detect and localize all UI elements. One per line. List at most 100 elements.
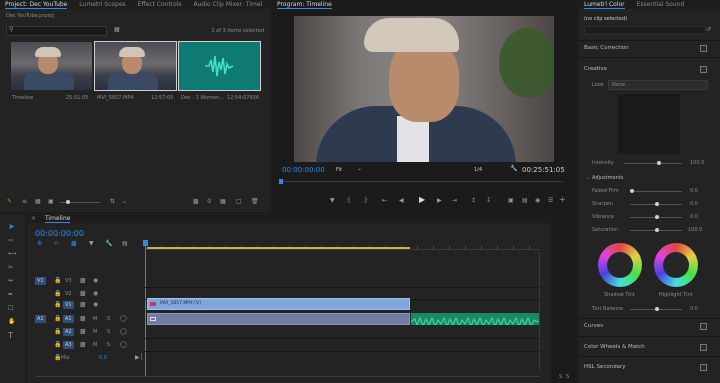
mute-button[interactable]: M: [93, 329, 97, 335]
track-label[interactable]: A1: [63, 315, 74, 323]
pencil-icon[interactable]: ✎: [7, 199, 12, 205]
add-marker-icon[interactable]: ▼: [89, 241, 94, 247]
selection-tool-icon[interactable]: ➤: [8, 223, 15, 231]
source-patch[interactable]: A1: [35, 315, 46, 323]
chevron-down-icon[interactable]: ⌄: [122, 199, 127, 205]
slip-icon[interactable]: ↔: [8, 278, 13, 284]
eye-icon[interactable]: ◉: [93, 291, 98, 297]
lane-a3[interactable]: [145, 339, 542, 352]
timeline-timecode[interactable]: 00:00:00:00: [35, 229, 84, 238]
section-curves[interactable]: Curves: [584, 323, 603, 329]
tab-essential-sound[interactable]: Essential Sound: [632, 0, 690, 9]
intensity-knob[interactable]: [657, 161, 661, 165]
sharpen-value[interactable]: 0.0: [690, 201, 698, 207]
tab-lumetri-color[interactable]: Lumetri Color: [579, 0, 630, 9]
mark-out-icon[interactable]: }: [364, 198, 368, 204]
basic-correction-checkbox[interactable]: [700, 45, 707, 52]
go-to-out-icon[interactable]: ⇥: [452, 198, 457, 204]
project-item-mvi[interactable]: [94, 41, 177, 91]
lock-icon[interactable]: 🔒: [54, 329, 61, 335]
look-preview[interactable]: [618, 94, 680, 154]
wrench-icon[interactable]: 🔧: [510, 166, 517, 172]
sync-lock-icon[interactable]: ▩: [80, 316, 86, 322]
fit-dropdown[interactable]: Fit: [336, 167, 342, 173]
program-scrubber[interactable]: [279, 179, 563, 188]
lock-icon[interactable]: 🔒: [54, 291, 61, 297]
highlight-tint-wheel[interactable]: [654, 243, 698, 287]
close-icon[interactable]: ×: [27, 214, 38, 223]
track-label[interactable]: V3: [63, 277, 74, 285]
tab-audio-clip-mixer[interactable]: Audio Clip Mixer: Timel: [189, 0, 268, 9]
section-hsl-secondary[interactable]: HSL Secondary: [584, 364, 626, 370]
saturation-value[interactable]: 100.0: [688, 227, 702, 233]
shadow-tint-wheel[interactable]: [598, 243, 642, 287]
project-item-audio[interactable]: [178, 41, 261, 91]
solo-button[interactable]: S: [107, 342, 110, 348]
type-tool-icon[interactable]: T: [8, 332, 13, 340]
step-forward-icon[interactable]: ▶: [437, 198, 442, 204]
tab-lumetri-scopes[interactable]: Lumetri Scopes: [74, 0, 130, 9]
intensity-slider[interactable]: [624, 163, 682, 164]
find-icon[interactable]: ⚲: [207, 199, 211, 205]
mute-button[interactable]: M: [93, 342, 97, 348]
timeline-playhead[interactable]: [145, 240, 146, 376]
creative-checkbox[interactable]: [700, 66, 707, 73]
hand-icon[interactable]: ✋: [8, 319, 15, 325]
linked-selection-icon[interactable]: ▩: [71, 241, 77, 247]
section-basic-correction[interactable]: Basic Correction: [584, 45, 629, 51]
chevron-down-icon[interactable]: ⌄: [586, 175, 590, 181]
lock-icon[interactable]: 🔒: [54, 302, 61, 308]
timeline-vertical-scrollbar[interactable]: [539, 252, 544, 370]
settings-icon[interactable]: ☰: [548, 198, 553, 204]
sync-lock-icon[interactable]: ▩: [80, 342, 86, 348]
go-to-end-icon[interactable]: ▶│: [135, 355, 143, 361]
automate-icon[interactable]: ▩: [193, 199, 199, 205]
hsl-checkbox[interactable]: [700, 364, 707, 371]
solo-button[interactable]: S: [107, 316, 110, 322]
lock-icon[interactable]: 🔒: [54, 316, 61, 322]
extract-icon[interactable]: ↧: [486, 198, 491, 204]
trim-icon[interactable]: ▤: [522, 198, 528, 204]
source-patch[interactable]: V1: [35, 277, 46, 285]
faded-film-value[interactable]: 0.0: [690, 188, 698, 194]
video-clip[interactable]: MVI_5857.MP4 [V]: [147, 298, 410, 310]
export-frame-icon[interactable]: ◉: [535, 198, 540, 204]
sync-lock-icon[interactable]: ▩: [80, 302, 86, 308]
reset-icon[interactable]: ↺: [706, 27, 711, 33]
add-button-icon[interactable]: +: [559, 196, 566, 204]
sync-lock-icon[interactable]: ▩: [80, 329, 86, 335]
pen-icon[interactable]: ✒: [8, 292, 13, 298]
play-icon[interactable]: ▶: [419, 196, 425, 204]
eye-icon[interactable]: ◉: [93, 278, 98, 284]
new-item-icon[interactable]: □: [236, 199, 242, 205]
clip-selector[interactable]: (no clip selected): [584, 16, 627, 22]
rectangle-icon[interactable]: □: [8, 305, 14, 311]
razor-icon[interactable]: ✂: [8, 265, 13, 271]
tab-program[interactable]: Program: Timeline: [272, 0, 337, 9]
microphone-icon[interactable]: ◯: [120, 316, 127, 322]
intensity-value[interactable]: 100.0: [690, 160, 704, 166]
mute-button[interactable]: M: [93, 316, 97, 322]
go-to-in-icon[interactable]: ⇤: [382, 198, 387, 204]
solo-button[interactable]: S: [107, 329, 110, 335]
playhead-handle[interactable]: [143, 240, 148, 246]
program-timecode[interactable]: 00:00:00:00: [282, 166, 325, 174]
curves-checkbox[interactable]: [700, 323, 707, 330]
mix-value[interactable]: 0.0: [99, 355, 107, 361]
search-input[interactable]: [6, 26, 107, 36]
snap-icon[interactable]: ∩: [54, 241, 58, 247]
ripple-edit-icon[interactable]: ⟷: [8, 251, 17, 257]
microphone-icon[interactable]: ◯: [120, 329, 127, 335]
eye-icon[interactable]: ◉: [93, 302, 98, 308]
timeline-horizontal-scrollbar[interactable]: [35, 376, 540, 381]
section-creative[interactable]: Creative: [584, 66, 607, 72]
sharpen-knob[interactable]: [655, 202, 659, 206]
track-label[interactable]: V1: [63, 301, 74, 309]
tab-timeline[interactable]: Timeline: [40, 214, 76, 223]
track-label[interactable]: A2: [63, 328, 74, 336]
sort-icon[interactable]: ⇅: [110, 199, 115, 205]
microphone-icon[interactable]: ◯: [120, 342, 127, 348]
adjustments-header[interactable]: Adjustments: [592, 175, 623, 181]
tab-project[interactable]: Project: Dec YouTube: [0, 0, 72, 9]
track-label[interactable]: A3: [63, 341, 74, 349]
